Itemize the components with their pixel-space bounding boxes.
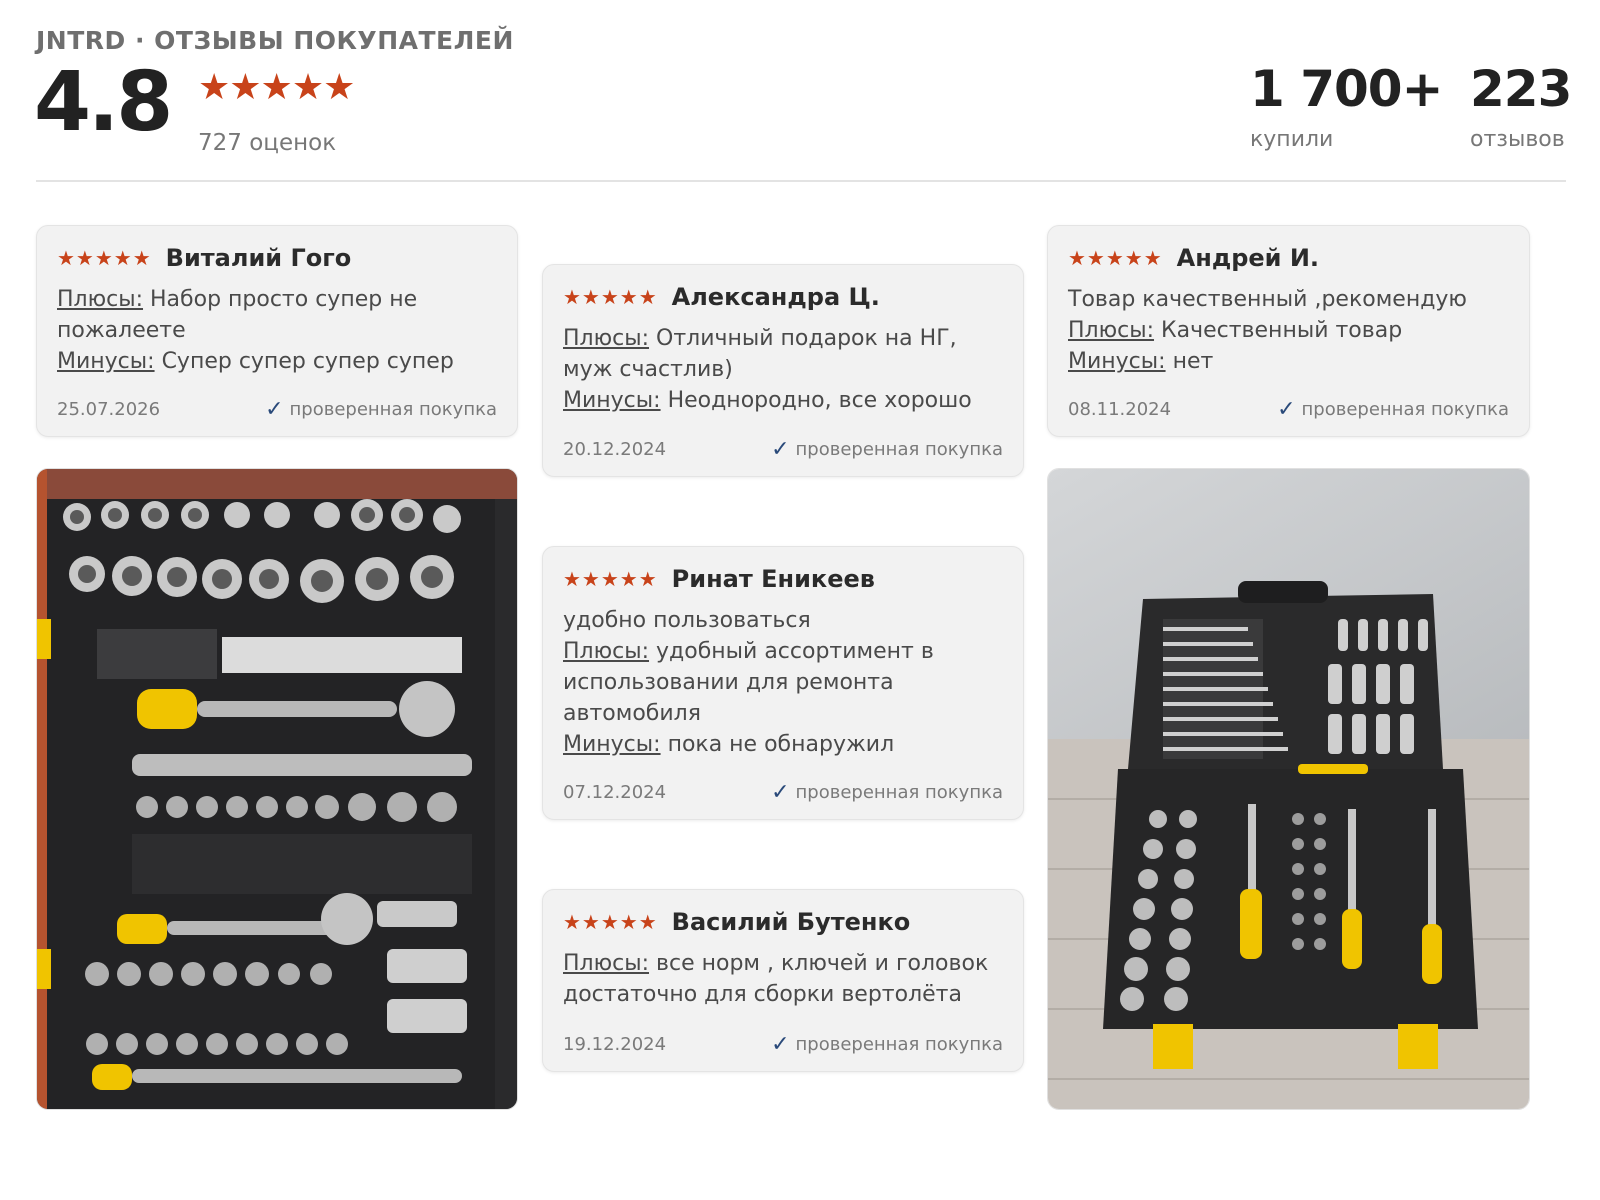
review-pros: Плюсы: удобный ассортимент в использован… — [563, 639, 934, 726]
review-card[interactable]: ★★★★★ Андрей И. Товар качественный ,реко… — [1047, 225, 1530, 437]
review-stars-icon: ★★★★★ — [563, 910, 658, 934]
review-pros: Плюсы: Набор просто супер не пожалеете ￼ — [57, 287, 418, 343]
tool-case-closeup-photo[interactable] — [36, 468, 518, 1110]
review-author: Виталий Гого — [165, 244, 352, 272]
review-stars-icon: ★★★★★ — [563, 567, 658, 591]
review-cons: Минусы: пока не обнаружил — [563, 732, 895, 757]
checkmark-icon: ✓ — [265, 397, 284, 422]
review-card[interactable]: ★★★★★ Василий Бутенко Плюсы: все норм , … — [542, 889, 1024, 1072]
review-pros: Плюсы: Качественный товар — [1068, 318, 1403, 343]
ratings-count: 727 оценок — [198, 130, 337, 156]
reviews-stat[interactable]: 223 отзывов — [1470, 60, 1572, 153]
brand-title: JNTRD · ОТЗЫВЫ ПОКУПАТЕЛЕЙ — [36, 26, 514, 55]
reviews-value: 223 — [1470, 60, 1572, 118]
checkmark-icon: ✓ — [1277, 397, 1296, 422]
cons-label: Минусы: — [1068, 349, 1166, 374]
cons-label: Минусы: — [563, 732, 661, 757]
verified-badge: ✓ проверенная покупка — [771, 437, 1003, 462]
review-author: Александра Ц. — [671, 283, 880, 311]
review-stars-icon: ★★★★★ — [563, 285, 658, 309]
review-stars-icon: ★★★★★ — [1068, 246, 1163, 270]
review-cons: Минусы: Супер супер супер супер — [57, 349, 454, 374]
average-rating: 4.8 — [34, 55, 173, 150]
pros-label: Плюсы: — [1068, 318, 1155, 343]
review-cons: Минусы: Неоднородно, все хорошо — [563, 388, 972, 413]
header-divider — [36, 180, 1566, 182]
review-pros: Плюсы: Отличный подарок на НГ, муж счаст… — [563, 326, 957, 382]
review-pros: Плюсы: все норм , ключей и головок доста… — [563, 951, 989, 1007]
review-date: 08.11.2024 — [1068, 399, 1172, 420]
cons-label: Минусы: — [563, 388, 661, 413]
cons-label: Минусы: — [57, 349, 155, 374]
verified-badge: ✓ проверенная покупка — [771, 1032, 1003, 1057]
pros-label: Плюсы: — [563, 951, 650, 976]
review-cons: Минусы: нет — [1068, 349, 1214, 374]
review-text: Товар качественный ,рекомендую — [1068, 287, 1467, 312]
bought-label: купили — [1250, 127, 1334, 152]
tool-case-open-photo[interactable] — [1047, 468, 1530, 1110]
checkmark-icon: ✓ — [771, 1032, 790, 1057]
review-author: Василий Бутенко — [671, 908, 911, 936]
tool-case-open-image — [1048, 469, 1529, 1109]
checkmark-icon: ✓ — [771, 780, 790, 805]
bought-stat: 1 700+ купили — [1250, 60, 1443, 153]
reviews-label: отзывов — [1470, 127, 1565, 152]
review-text: удобно пользоваться — [563, 608, 811, 633]
pros-label: Плюсы: — [563, 639, 650, 664]
review-date: 19.12.2024 — [563, 1034, 667, 1055]
review-card[interactable]: ★★★★★ Виталий Гого Плюсы: Набор просто с… — [36, 225, 518, 437]
tool-case-closeup-image — [37, 469, 517, 1109]
verified-badge: ✓ проверенная покупка — [1277, 397, 1509, 422]
review-author: Андрей И. — [1176, 244, 1320, 272]
review-card[interactable]: ★★★★★ Ринат Еникеев удобно пользоваться … — [542, 546, 1024, 820]
pros-label: Плюсы: — [57, 287, 144, 312]
verified-badge: ✓ проверенная покупка — [265, 397, 497, 422]
verified-badge: ✓ проверенная покупка — [771, 780, 1003, 805]
review-stars-icon: ★★★★★ — [57, 246, 152, 270]
bought-value: 1 700+ — [1250, 60, 1443, 118]
pros-label: Плюсы: — [563, 326, 650, 351]
review-date: 25.07.2026 — [57, 399, 161, 420]
review-card[interactable]: ★★★★★ Александра Ц. Плюсы: Отличный пода… — [542, 264, 1024, 477]
review-author: Ринат Еникеев — [671, 565, 875, 593]
review-date: 20.12.2024 — [563, 439, 667, 460]
review-date: 07.12.2024 — [563, 782, 667, 803]
rating-stars-icon: ★★★★★ — [198, 67, 355, 108]
checkmark-icon: ✓ — [771, 437, 790, 462]
